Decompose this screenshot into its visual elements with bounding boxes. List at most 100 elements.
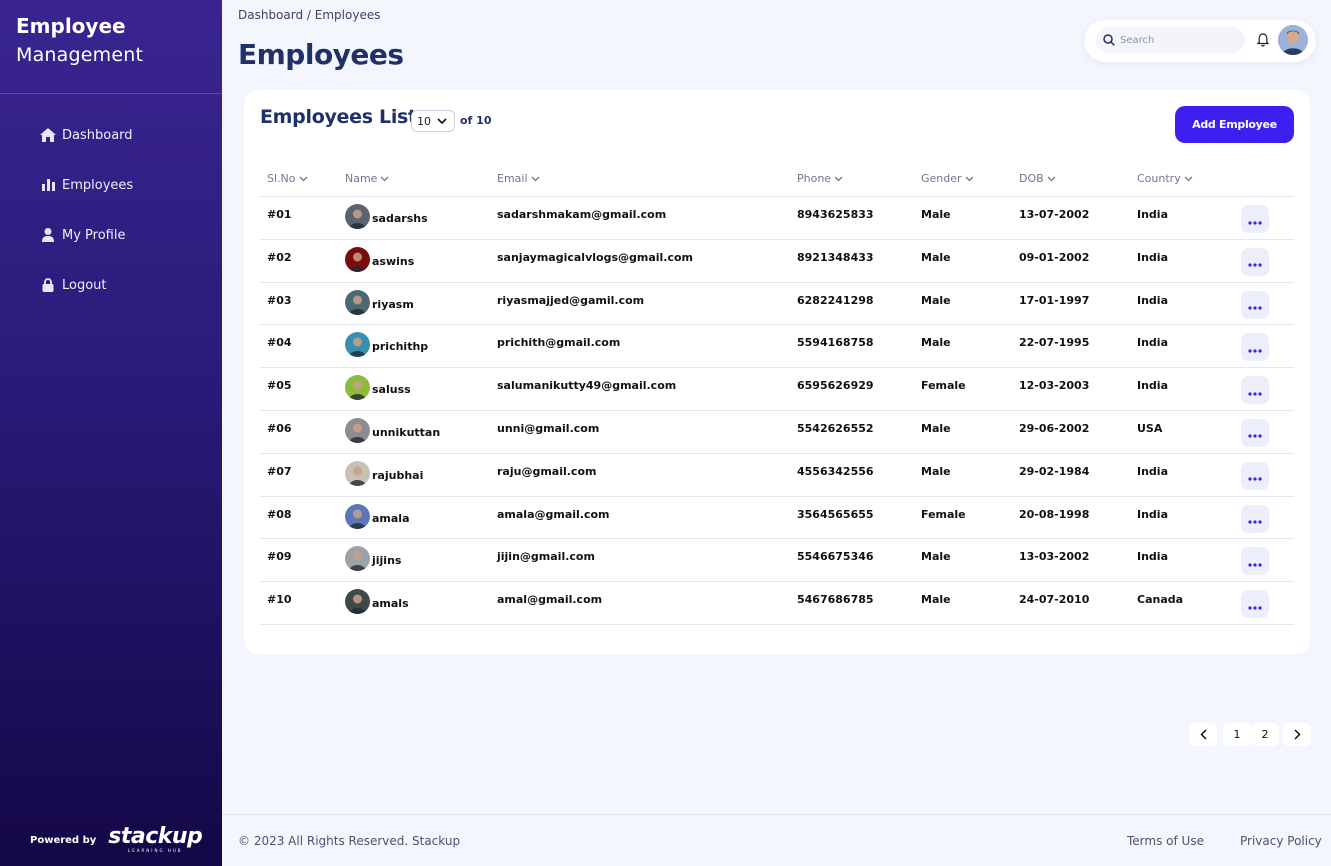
- table-row: #02 aswins sanjaymagicalvlogs@gmail.com 892…: [260, 240, 1294, 283]
- stackup-logo-word: stackup: [108, 824, 203, 849]
- header-label: Gender: [921, 172, 962, 185]
- row-actions-button[interactable]: [1241, 376, 1269, 405]
- row-phone: 6595626929: [797, 379, 874, 393]
- row-name[interactable]: aswins: [345, 246, 415, 272]
- row-gender: Female: [921, 507, 966, 521]
- table-row: #09 jijins jijin@gmail.com 5546675346 Male 13…: [260, 539, 1294, 583]
- page-title: Employees: [238, 38, 404, 71]
- row-phone: 8943625833: [797, 208, 874, 221]
- row-actions-button[interactable]: [1241, 504, 1269, 533]
- chevron-left-icon[interactable]: [1189, 723, 1217, 746]
- more-horizontal-icon: [1248, 466, 1262, 485]
- row-name[interactable]: saluss: [345, 375, 411, 401]
- row-name[interactable]: sadarshs: [345, 204, 428, 229]
- more-horizontal-icon: [1248, 252, 1262, 271]
- bell-icon[interactable]: [1256, 32, 1270, 48]
- row-name-text: prichithp: [372, 340, 429, 354]
- row-actions-button[interactable]: [1241, 418, 1269, 447]
- card-title: Employees List: [260, 106, 417, 128]
- brand: Employee Management: [16, 12, 143, 70]
- user-icon: [40, 227, 56, 243]
- row-name[interactable]: rajubhai: [345, 460, 423, 486]
- table-row: #03 riyasm riyasmajjed@gamil.com 6282241298…: [260, 283, 1294, 326]
- search-input[interactable]: [1120, 34, 1238, 46]
- row-gender: Male: [921, 250, 951, 264]
- search-box[interactable]: [1096, 27, 1245, 53]
- page-button-1[interactable]: 1: [1223, 723, 1251, 746]
- chevron-down-icon: [531, 176, 540, 182]
- page-size-select[interactable]: 10: [411, 110, 455, 132]
- sidebar-item-logout[interactable]: Logout: [40, 274, 133, 296]
- powered-by-label: Powered by: [30, 834, 97, 846]
- avatar[interactable]: [1278, 25, 1308, 55]
- table-row: #07 rajubhai raju@gmail.com 4556342556 Male 2…: [260, 454, 1294, 497]
- sidebar-item-dashboard[interactable]: Dashboard: [40, 124, 133, 146]
- chevron-right-icon[interactable]: [1283, 723, 1311, 746]
- row-gender: Male: [921, 421, 951, 435]
- row-gender: Male: [921, 208, 951, 221]
- terms-link[interactable]: Terms of Use: [1127, 834, 1204, 848]
- row-name[interactable]: amals: [345, 589, 409, 615]
- row-country: Canada: [1137, 593, 1184, 607]
- chevron-down-icon: [834, 176, 843, 182]
- row-dob: 29-02-1984: [1019, 464, 1090, 478]
- row-actions-button[interactable]: [1241, 290, 1269, 319]
- row-phone: 8921348433: [797, 250, 874, 264]
- sort-header-name[interactable]: Name: [345, 172, 389, 185]
- more-horizontal-icon: [1248, 210, 1262, 229]
- row-name[interactable]: prichithp: [345, 332, 429, 358]
- bar-chart-icon: [40, 177, 56, 193]
- row-slno: #05: [267, 379, 292, 393]
- page-size-value: 10: [417, 114, 431, 128]
- row-name-text: aswins: [372, 254, 415, 268]
- more-horizontal-icon: [1248, 509, 1262, 528]
- row-name-text: saluss: [372, 383, 411, 397]
- privacy-link[interactable]: Privacy Policy: [1240, 834, 1322, 848]
- brand-title: Employee: [16, 14, 126, 38]
- row-actions-button[interactable]: [1241, 205, 1269, 233]
- row-name[interactable]: riyasm: [345, 289, 414, 315]
- header-label: Country: [1137, 172, 1181, 185]
- row-slno: #10: [267, 593, 292, 607]
- brand-subtitle: Management: [16, 44, 144, 66]
- pagination-prev[interactable]: [1189, 723, 1217, 746]
- add-employee-button[interactable]: Add Employee: [1175, 106, 1294, 143]
- row-actions-button[interactable]: [1241, 461, 1269, 490]
- header-label: Phone: [797, 172, 832, 185]
- row-name[interactable]: unnikuttan: [345, 417, 440, 443]
- sort-header-dob[interactable]: DOB: [1019, 172, 1056, 185]
- row-dob: 12-03-2003: [1019, 379, 1090, 393]
- more-horizontal-icon: [1248, 295, 1262, 314]
- chevron-down-icon: [299, 176, 308, 182]
- sort-header-slno[interactable]: Sl.No: [267, 172, 308, 185]
- row-phone: 4556342556: [797, 464, 874, 478]
- pagination-next[interactable]: [1283, 723, 1311, 746]
- sort-header-email[interactable]: Email: [497, 172, 540, 185]
- more-horizontal-icon: [1248, 552, 1262, 571]
- row-actions-button[interactable]: [1241, 547, 1269, 576]
- sidebar: Employee Management Dashboard Employees …: [0, 0, 222, 866]
- stackup-logo[interactable]: stackup LEARNING HUB: [108, 824, 203, 854]
- sidebar-item-employees[interactable]: Employees: [40, 174, 133, 196]
- row-name[interactable]: amala: [345, 503, 410, 529]
- sort-header-phone[interactable]: Phone: [797, 172, 843, 185]
- sidebar-item-my-profile[interactable]: My Profile: [40, 224, 133, 246]
- row-gender: Male: [921, 593, 951, 607]
- header-label: Email: [497, 172, 528, 185]
- chevron-down-icon: [1184, 176, 1193, 182]
- sort-header-country[interactable]: Country: [1137, 172, 1193, 185]
- row-actions-button[interactable]: [1241, 333, 1269, 362]
- breadcrumb[interactable]: Dashboard / Employees: [238, 8, 380, 22]
- row-actions-button[interactable]: [1241, 247, 1269, 276]
- avatar: [345, 332, 370, 358]
- header-label: DOB: [1019, 172, 1044, 185]
- row-country: USA: [1137, 421, 1163, 435]
- row-dob: 24-07-2010: [1019, 593, 1090, 607]
- page-button-2[interactable]: 2: [1251, 723, 1279, 746]
- row-name[interactable]: jijins: [345, 546, 401, 572]
- sort-header-gender[interactable]: Gender: [921, 172, 974, 185]
- row-actions-button[interactable]: [1241, 590, 1269, 619]
- row-email: jijin@gmail.com: [497, 550, 595, 564]
- row-country: India: [1137, 293, 1168, 307]
- row-dob: 17-01-1997: [1019, 293, 1090, 307]
